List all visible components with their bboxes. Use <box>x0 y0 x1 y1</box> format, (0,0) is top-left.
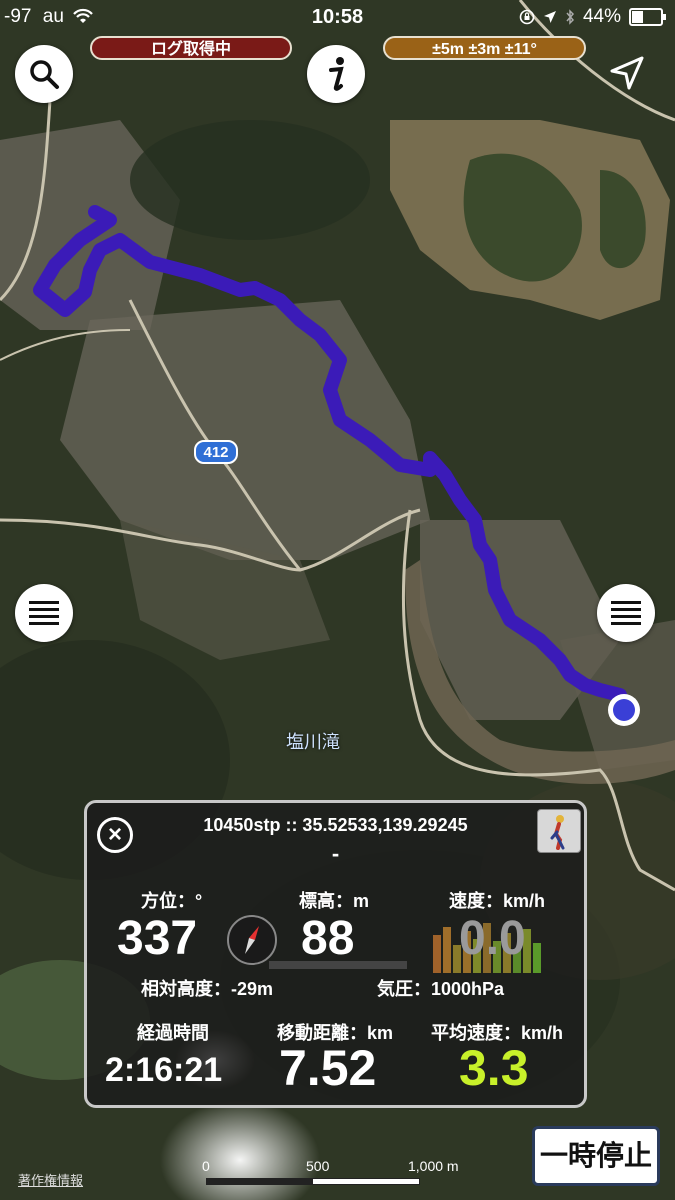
hamburger-icon <box>29 601 59 625</box>
orientation-lock-icon <box>519 9 535 25</box>
scale-tick-500: 500 <box>306 1158 330 1174</box>
speed-label: 速度：km/h <box>449 891 546 911</box>
place-label: 塩川滝 <box>286 732 340 752</box>
scale-tick-1000: 1,000 m <box>408 1158 459 1174</box>
info-button[interactable] <box>307 45 365 103</box>
elapsed-time-label: 経過時間 <box>137 1023 209 1043</box>
bearing-value: 337 <box>117 912 198 965</box>
scale-tick-0: 0 <box>202 1158 210 1174</box>
scale-bar: 0 500 1,000 m <box>200 1158 480 1188</box>
logging-status-badge: ログ取得中 <box>90 36 292 60</box>
elapsed-time-value: 2:16:21 <box>105 1051 223 1089</box>
pause-button[interactable]: 一時停止 <box>532 1126 660 1186</box>
bluetooth-icon <box>566 9 574 25</box>
elevation-value: 88 <box>301 912 355 965</box>
accuracy-badge: ±5m ±3m ±11° <box>383 36 586 60</box>
search-icon <box>30 60 59 89</box>
distance-value: 7.52 <box>279 1040 377 1096</box>
elevation-bar <box>269 961 407 969</box>
hamburger-icon <box>611 601 641 625</box>
avg-speed-value: 3.3 <box>459 1040 529 1096</box>
compass-icon <box>227 915 277 965</box>
info-icon <box>329 57 344 91</box>
copyright-link[interactable]: 著作権情報 <box>18 1170 83 1189</box>
speed-value: 0.0 <box>459 912 526 965</box>
tracking-info-panel: × 10450stp :: 35.52533,139.29245 - 方位：° … <box>84 800 587 1108</box>
battery-icon <box>629 8 666 26</box>
relative-height: 相対高度：-29m <box>141 979 274 999</box>
search-button[interactable] <box>15 45 73 103</box>
status-bar: -97 au 10:58 44% <box>0 0 675 34</box>
panel-subtitle: - <box>331 841 340 866</box>
elevation-label: 標高：m <box>299 891 370 911</box>
location-services-icon <box>543 11 556 23</box>
steps-coordinates: 10450stp :: 35.52533,139.29245 <box>203 815 468 835</box>
battery-level <box>632 11 643 23</box>
navigation-arrow-icon[interactable] <box>606 52 648 94</box>
route-412-shield: 412 <box>194 440 238 464</box>
pressure: 気圧：1000hPa <box>377 979 505 999</box>
walking-person-icon <box>550 815 565 850</box>
scale-line <box>206 1178 420 1185</box>
walking-mode-button[interactable] <box>537 809 581 853</box>
battery-percent: 44% <box>582 6 621 27</box>
left-menu-button[interactable] <box>15 584 73 642</box>
bearing-label: 方位：° <box>141 891 203 911</box>
right-menu-button[interactable] <box>597 584 655 642</box>
